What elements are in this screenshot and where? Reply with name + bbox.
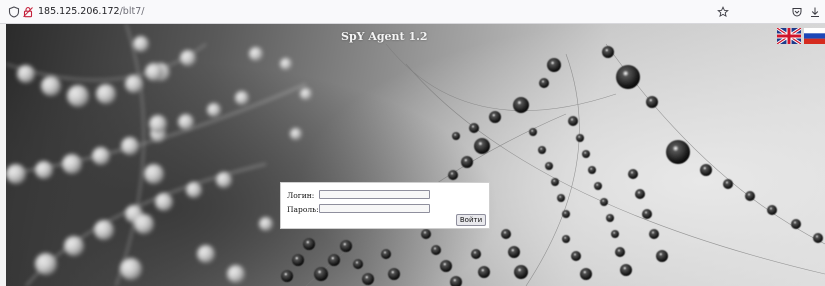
dewdrop-web-background xyxy=(6,24,825,286)
bookmark-star-icon[interactable] xyxy=(715,4,731,20)
russia-flag-icon[interactable] xyxy=(804,28,825,44)
lock-warning-icon[interactable] xyxy=(20,4,36,20)
download-icon[interactable] xyxy=(807,4,823,20)
login-form: Логин: Пароль: Войти xyxy=(280,182,490,229)
page-title: SpY Agent 1.2 xyxy=(341,30,428,43)
login-submit-button[interactable]: Войти xyxy=(456,214,486,226)
browser-toolbar: 185.125.206.172/blt7/ xyxy=(0,0,825,24)
pocket-icon[interactable] xyxy=(789,4,805,20)
login-input[interactable] xyxy=(319,190,430,199)
page-content: SpY Agent 1.2 Логин: Пароль: Войти xyxy=(6,24,825,286)
url-path: /blt7/ xyxy=(119,6,145,17)
url-host: 185.125.206.172 xyxy=(38,6,120,17)
uk-flag-icon[interactable] xyxy=(776,26,802,46)
password-input[interactable] xyxy=(319,204,430,213)
address-bar[interactable]: 185.125.206.172/blt7/ xyxy=(38,4,144,20)
password-label: Пароль: xyxy=(287,205,319,214)
login-label: Логин: xyxy=(287,191,315,200)
